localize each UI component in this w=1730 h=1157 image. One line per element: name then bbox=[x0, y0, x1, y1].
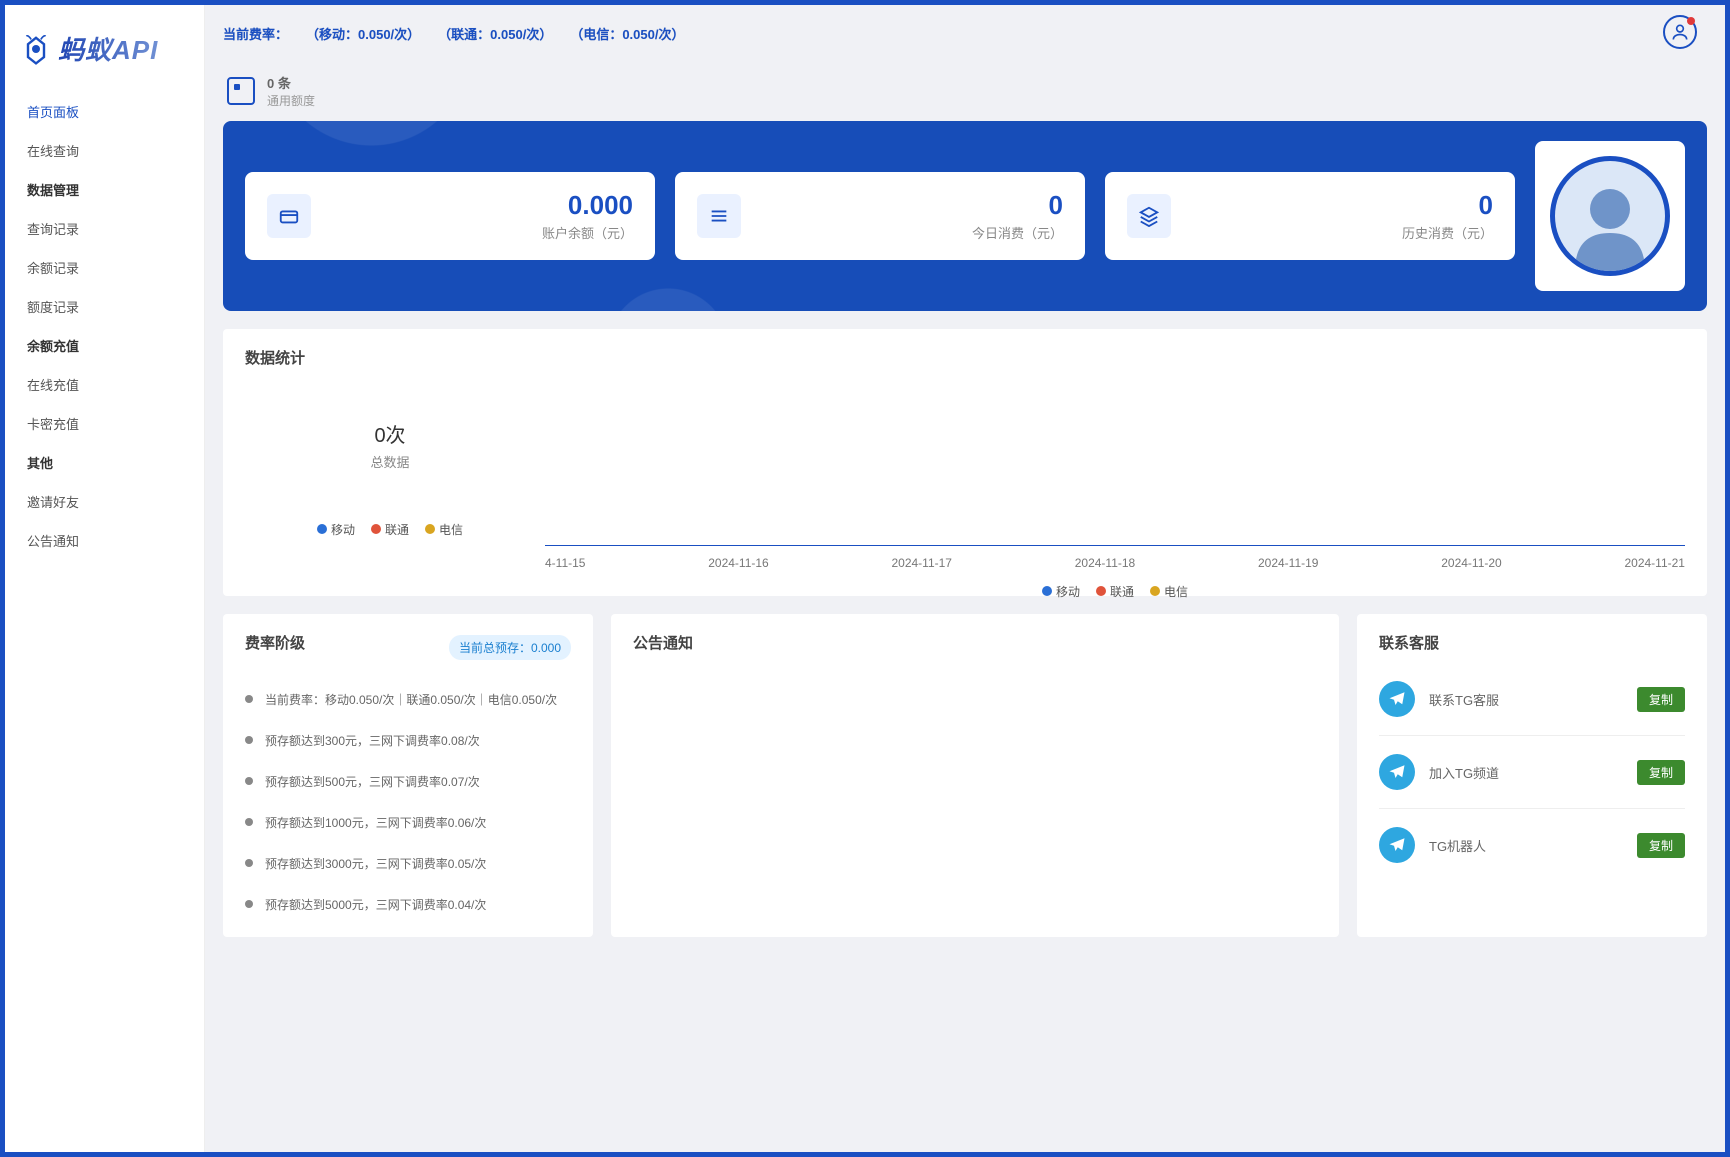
bullet-icon bbox=[245, 695, 253, 703]
prestore-badge: 当前总预存：0.000 bbox=[449, 635, 571, 660]
chart-total-value: 0次 bbox=[374, 419, 405, 448]
stat-today-label: 今日消费（元） bbox=[759, 223, 1063, 242]
logo-text: 蚂蚁API bbox=[58, 30, 158, 67]
chart-panel: 数据统计 0次 总数据 移动 联通 电信 4-11-15 2024-11-16 20… bbox=[223, 329, 1707, 596]
legend-mobile: 移动 bbox=[331, 523, 355, 537]
stats-banner: 0.000 账户余额（元） 0 今日消费（元） 0 历史 bbox=[223, 121, 1707, 311]
chart-title: 数据统计 bbox=[245, 347, 1685, 368]
sidebar-group-data-mgmt: 数据管理 bbox=[5, 170, 204, 209]
rate-item-text: 预存额达到3000元，三网下调费率0.05/次 bbox=[265, 855, 486, 872]
legend-left: 移动 联通 电信 bbox=[317, 521, 463, 538]
sidebar-item-invite[interactable]: 邀请好友 bbox=[5, 482, 204, 521]
rate-item-text: 当前费率：移动0.050/次｜联通0.050/次｜电信0.050/次 bbox=[265, 691, 557, 708]
rate-item: 当前费率：移动0.050/次｜联通0.050/次｜电信0.050/次 bbox=[245, 679, 565, 720]
sidebar-item-card-recharge[interactable]: 卡密充值 bbox=[5, 404, 204, 443]
rate-panel: 费率阶级 当前总预存：0.000 当前费率：移动0.050/次｜联通0.050/… bbox=[223, 614, 593, 937]
bullet-icon bbox=[245, 736, 253, 744]
contact-label: 联系TG客服 bbox=[1429, 690, 1623, 709]
rate-telecom: （电信：0.050/次） bbox=[570, 24, 684, 43]
rate-item-text: 预存额达到300元，三网下调费率0.08/次 bbox=[265, 732, 480, 749]
user-avatar-button[interactable] bbox=[1663, 15, 1697, 49]
user-icon bbox=[1670, 22, 1690, 42]
sidebar-item-online-recharge[interactable]: 在线充值 bbox=[5, 365, 204, 404]
copy-button[interactable]: 复制 bbox=[1637, 687, 1685, 712]
notification-dot-icon bbox=[1687, 17, 1695, 25]
main: 当前费率： （移动：0.050/次） （联通：0.050/次） （电信：0.05… bbox=[205, 5, 1725, 1152]
contact-label: 加入TG频道 bbox=[1429, 763, 1623, 782]
copy-button[interactable]: 复制 bbox=[1637, 833, 1685, 858]
rate-item: 预存额达到500元，三网下调费率0.07/次 bbox=[245, 761, 565, 802]
contact-item: 加入TG频道复制 bbox=[1379, 736, 1685, 809]
bullet-icon bbox=[245, 900, 253, 908]
avatar-icon bbox=[1550, 156, 1670, 276]
rate-unicom: （联通：0.050/次） bbox=[438, 24, 552, 43]
stat-card-history: 0 历史消费（元） bbox=[1105, 172, 1515, 260]
x-tick: 2024-11-20 bbox=[1441, 556, 1502, 570]
stat-card-balance: 0.000 账户余额（元） bbox=[245, 172, 655, 260]
contact-title: 联系客服 bbox=[1379, 632, 1685, 653]
contact-item: TG机器人复制 bbox=[1379, 809, 1685, 881]
bullet-icon bbox=[245, 859, 253, 867]
sidebar-item-online-query[interactable]: 在线查询 bbox=[5, 131, 204, 170]
stat-balance-label: 账户余额（元） bbox=[329, 223, 633, 242]
stat-history-label: 历史消费（元） bbox=[1189, 223, 1493, 242]
quota-label: 通用额度 bbox=[267, 92, 315, 109]
sidebar-item-notice[interactable]: 公告通知 bbox=[5, 521, 204, 560]
topbar: 当前费率： （移动：0.050/次） （联通：0.050/次） （电信：0.05… bbox=[223, 5, 1707, 61]
legend-unicom: 联通 bbox=[385, 523, 409, 537]
rate-item-text: 预存额达到1000元，三网下调费率0.06/次 bbox=[265, 814, 486, 831]
x-tick: 2024-11-21 bbox=[1624, 556, 1685, 570]
telegram-icon bbox=[1379, 754, 1415, 790]
bullet-icon bbox=[245, 818, 253, 826]
sidebar-group-other: 其他 bbox=[5, 443, 204, 482]
stat-today-value: 0 bbox=[759, 190, 1063, 221]
stat-card-today: 0 今日消费（元） bbox=[675, 172, 1085, 260]
telegram-icon bbox=[1379, 681, 1415, 717]
chart-area: 4-11-15 2024-11-16 2024-11-17 2024-11-18 202… bbox=[545, 378, 1685, 578]
stat-history-value: 0 bbox=[1189, 190, 1493, 221]
wallet-icon bbox=[267, 194, 311, 238]
telegram-icon bbox=[1379, 827, 1415, 863]
x-tick: 2024-11-16 bbox=[708, 556, 769, 570]
contact-label: TG机器人 bbox=[1429, 836, 1623, 855]
x-tick: 2024-11-19 bbox=[1258, 556, 1319, 570]
sidebar-group-recharge: 余额充值 bbox=[5, 326, 204, 365]
sidebar-item-query-log[interactable]: 查询记录 bbox=[5, 209, 204, 248]
legend-telecom: 电信 bbox=[439, 523, 463, 537]
x-tick: 2024-11-18 bbox=[1075, 556, 1136, 570]
stat-balance-value: 0.000 bbox=[329, 190, 633, 221]
rate-item-text: 预存额达到5000元，三网下调费率0.04/次 bbox=[265, 896, 486, 913]
contact-item: 联系TG客服复制 bbox=[1379, 663, 1685, 736]
calendar-icon bbox=[227, 77, 255, 105]
rate-list[interactable]: 当前费率：移动0.050/次｜联通0.050/次｜电信0.050/次预存额达到3… bbox=[245, 679, 571, 919]
rate-item-text: 预存额达到500元，三网下调费率0.07/次 bbox=[265, 773, 480, 790]
sidebar-item-balance-log[interactable]: 余额记录 bbox=[5, 248, 204, 287]
sidebar: 蚂蚁API 首页面板 在线查询 数据管理 查询记录 余额记录 额度记录 余额充值… bbox=[5, 5, 205, 1152]
quota-row: 0 条 通用额度 bbox=[223, 61, 1707, 121]
x-tick: 4-11-15 bbox=[545, 556, 585, 570]
rate-mobile: （移动：0.050/次） bbox=[306, 24, 420, 43]
logo: 蚂蚁API bbox=[5, 5, 204, 92]
notice-title: 公告通知 bbox=[633, 632, 1317, 653]
legend-bottom: 移动 联通 电信 bbox=[545, 583, 1685, 600]
avatar-box bbox=[1535, 141, 1685, 291]
chart-total-label: 总数据 bbox=[370, 452, 409, 471]
quota-value: 0 条 bbox=[267, 73, 315, 92]
rate-item: 预存额达到1000元，三网下调费率0.06/次 bbox=[245, 802, 565, 843]
copy-button[interactable]: 复制 bbox=[1637, 760, 1685, 785]
ant-logo-icon bbox=[20, 33, 52, 65]
contact-panel: 联系客服 联系TG客服复制加入TG频道复制TG机器人复制 bbox=[1357, 614, 1707, 937]
rate-item: 预存额达到3000元，三网下调费率0.05/次 bbox=[245, 843, 565, 884]
rate-item: 预存额达到300元，三网下调费率0.08/次 bbox=[245, 720, 565, 761]
rate-item: 预存额达到5000元，三网下调费率0.04/次 bbox=[245, 884, 565, 919]
rate-label: 当前费率： bbox=[223, 24, 288, 43]
list-icon bbox=[697, 194, 741, 238]
sidebar-item-dashboard[interactable]: 首页面板 bbox=[5, 92, 204, 131]
sidebar-item-quota-log[interactable]: 额度记录 bbox=[5, 287, 204, 326]
notice-panel: 公告通知 bbox=[611, 614, 1339, 937]
x-tick: 2024-11-17 bbox=[891, 556, 952, 570]
layers-icon bbox=[1127, 194, 1171, 238]
bullet-icon bbox=[245, 777, 253, 785]
rate-title: 费率阶级 bbox=[245, 632, 305, 653]
